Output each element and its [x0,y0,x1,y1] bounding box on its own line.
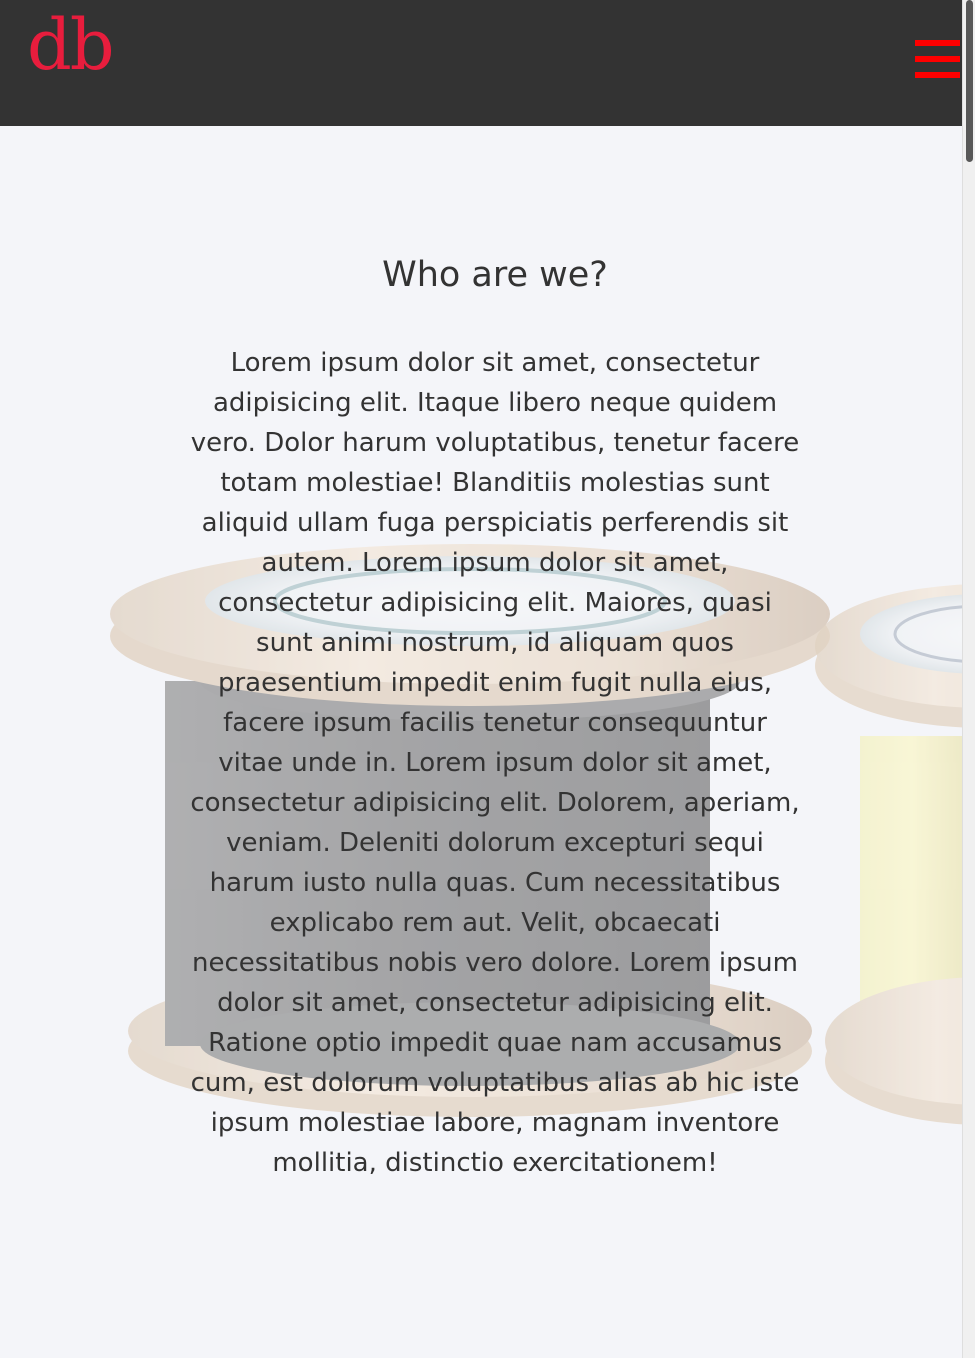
about-content: Who are we? Lorem ipsum dolor sit amet, … [190,253,800,1183]
menu-bar-top [915,40,960,46]
page: db Who are we? Lorem ipsum dolor sit ame… [0,0,975,1358]
hamburger-menu-icon[interactable] [915,40,960,78]
scrollbar-thumb[interactable] [966,0,973,162]
site-logo[interactable]: db [27,10,115,80]
menu-bar-bottom [915,72,960,78]
site-header: db [0,0,963,126]
about-heading: Who are we? [382,255,608,295]
vertical-scrollbar[interactable] [962,0,975,1358]
about-paragraph: Lorem ipsum dolor sit amet, consectetur … [190,348,800,1178]
menu-bar-middle [915,56,960,62]
about-section: Who are we? Lorem ipsum dolor sit amet, … [0,126,963,1358]
